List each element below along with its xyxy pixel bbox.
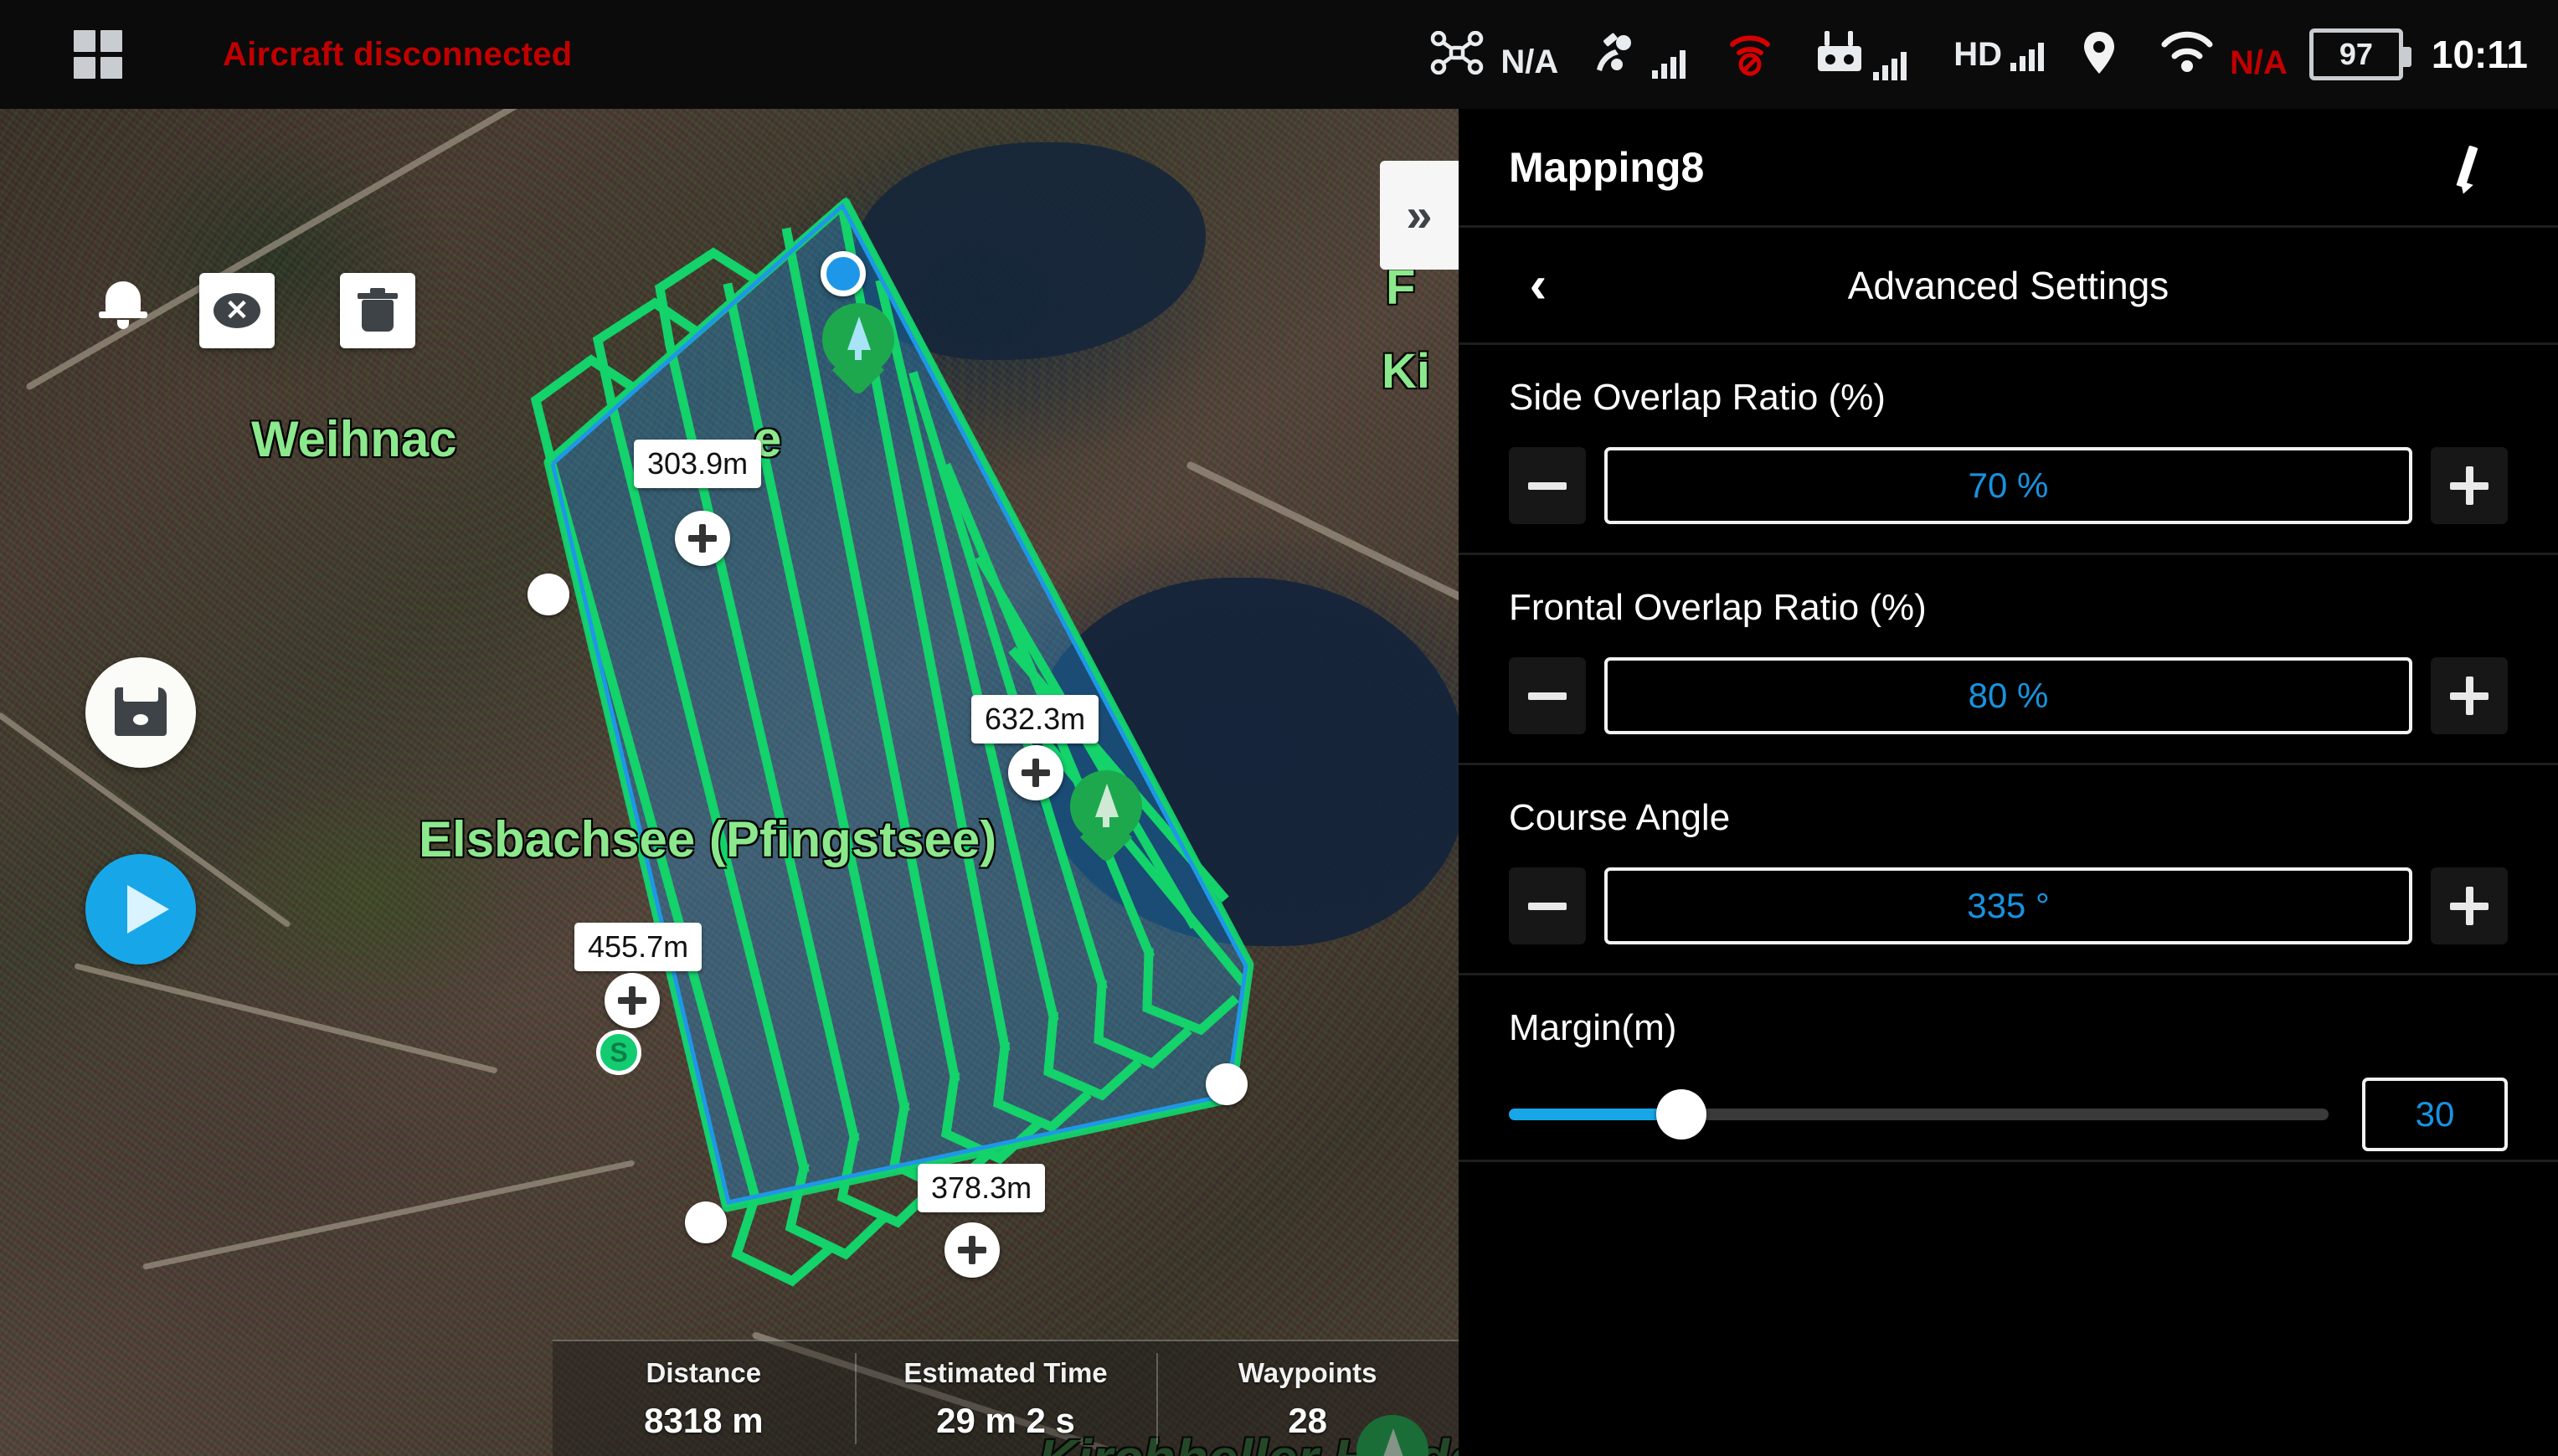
stat-waypoints: Waypoints 28 [1156, 1341, 1459, 1456]
stepper-control: 335 ° [1509, 867, 2508, 944]
stat-label: Distance [646, 1356, 762, 1388]
remote-controller-icon [1814, 29, 1865, 80]
panel-subheader: ‹ Advanced Settings [1459, 228, 2558, 345]
start-mission-button[interactable] [85, 854, 196, 965]
minus-icon [1528, 692, 1567, 700]
margin-value[interactable]: 30 [2362, 1078, 2508, 1151]
poi-tree-marker[interactable] [822, 303, 894, 397]
margin-slider-fill [1509, 1109, 1681, 1120]
distance-label: 378.3m [918, 1164, 1046, 1212]
satellite-icon [1597, 31, 1644, 79]
save-mission-button[interactable] [85, 657, 196, 768]
margin-slider-thumb[interactable] [1655, 1089, 1706, 1140]
course-angle-value[interactable]: 335 ° [1604, 867, 2412, 944]
increment-button[interactable] [2431, 447, 2508, 524]
increment-button[interactable] [2431, 867, 2508, 944]
remote-controller-group [1814, 29, 1907, 80]
polygon-vertex-handle[interactable] [1206, 1063, 1248, 1105]
add-vertex-handle[interactable] [1008, 745, 1063, 800]
map-view[interactable]: Weihnac e Elsbachsee (Pfingstsee) Kirchh… [0, 109, 1459, 1456]
panel-header: Mapping8 [1459, 109, 2558, 228]
rc-signal-group: N/A [2154, 28, 2288, 82]
distance-label: 455.7m [574, 923, 703, 971]
decrement-button[interactable] [1509, 867, 1586, 944]
stat-label: Waypoints [1238, 1356, 1377, 1388]
stat-label: Estimated Time [903, 1356, 1108, 1388]
drone-mapping-app: Aircraft disconnected N/A HD N/A 97 10:1… [0, 0, 2558, 1456]
collapse-panel-button[interactable]: » [1380, 161, 1459, 270]
setting-label: Frontal Overlap Ratio (%) [1509, 587, 1927, 628]
satellite-status-group [1597, 31, 1686, 79]
setting-label: Side Overlap Ratio (%) [1509, 377, 1886, 418]
setting-frontal-overlap-ratio: Frontal Overlap Ratio (%) 80 % [1459, 555, 2558, 765]
status-bar: Aircraft disconnected N/A HD N/A 97 10:1… [0, 0, 2558, 109]
margin-slider-track[interactable] [1509, 1089, 2329, 1140]
stat-estimated-time: Estimated Time 29 m 2 s [854, 1341, 1157, 1456]
side-overlap-value[interactable]: 70 % [1604, 447, 2412, 524]
clock: 10:11 [2431, 33, 2528, 76]
connection-status-message: Aircraft disconnected [223, 35, 573, 73]
drone-signal-value: N/A [1500, 43, 1559, 80]
panel-subtitle: Advanced Settings [1847, 263, 2169, 307]
pencil-edit-icon[interactable] [2442, 144, 2489, 196]
setting-label: Margin(m) [1509, 1007, 1677, 1048]
home-point-marker[interactable] [821, 251, 866, 296]
video-signal-bars [2010, 38, 2044, 71]
minus-icon [1528, 902, 1567, 910]
chevron-left-icon[interactable]: ‹ [1509, 250, 1567, 321]
distance-label: 303.9m [634, 440, 762, 488]
satellite-signal-bars [1652, 45, 1686, 79]
drone-icon [1430, 30, 1484, 79]
add-vertex-handle[interactable] [605, 973, 660, 1028]
minus-icon [1528, 481, 1567, 490]
stat-value: 8318 m [644, 1400, 764, 1440]
close-mission-button[interactable]: ✕ [199, 273, 275, 348]
stat-distance: Distance 8318 m [553, 1341, 855, 1456]
stepper-control: 70 % [1509, 447, 2508, 524]
decrement-button[interactable] [1509, 657, 1586, 734]
play-icon [127, 885, 169, 934]
status-indicators: N/A HD N/A 97 10:11 [1392, 0, 2528, 109]
setting-label: Course Angle [1509, 797, 1731, 838]
mission-name-title: Mapping8 [1509, 143, 1705, 191]
rc-signal-icon [2154, 28, 2220, 82]
polygon-vertex-handle[interactable] [685, 1201, 727, 1243]
poi-tree-marker[interactable] [1070, 770, 1142, 864]
delete-mission-button[interactable] [340, 273, 415, 348]
video-quality-group: HD [1945, 38, 2044, 71]
remote-signal-bars [1873, 47, 1907, 80]
battery-indicator: 97 [2308, 28, 2411, 80]
mission-stats-bar: Distance 8318 m Estimated Time 29 m 2 s … [553, 1340, 1459, 1456]
add-vertex-handle[interactable] [675, 511, 730, 566]
rc-signal-value: N/A [2229, 44, 2288, 81]
save-disk-icon [115, 687, 167, 736]
hd-label: HD [1953, 36, 2002, 73]
setting-course-angle: Course Angle 335 ° [1459, 765, 2558, 975]
stat-value: 28 [1288, 1400, 1328, 1440]
polygon-vertex-handle[interactable] [528, 574, 569, 615]
no-signal-icon [1724, 29, 1776, 80]
setting-side-overlap-ratio: Side Overlap Ratio (%) 70 % [1459, 345, 2558, 555]
grid-menu-icon[interactable] [74, 30, 122, 79]
setting-margin: Margin(m) 30 [1459, 975, 2558, 1162]
gps-group [2082, 30, 2116, 80]
start-waypoint-badge[interactable]: S [596, 1030, 641, 1075]
stat-value: 29 m 2 s [936, 1400, 1075, 1440]
drone-status-group: N/A [1430, 30, 1559, 80]
increment-button[interactable] [2431, 657, 2508, 734]
notification-bell-icon[interactable] [94, 276, 152, 335]
distance-label: 632.3m [971, 695, 1099, 743]
battery-percent: 97 [2339, 37, 2373, 71]
stepper-control: 80 % [1509, 657, 2508, 734]
frontal-overlap-value[interactable]: 80 % [1604, 657, 2412, 734]
slider-control: 30 [1509, 1078, 2508, 1151]
location-pin-icon [2082, 30, 2116, 80]
no-signal-group [1724, 29, 1776, 80]
close-icon: ✕ [214, 293, 260, 328]
add-vertex-handle[interactable] [944, 1222, 1000, 1278]
advanced-settings-panel: Mapping8 ‹ Advanced Settings Side Overla… [1459, 109, 2558, 1456]
decrement-button[interactable] [1509, 447, 1586, 524]
